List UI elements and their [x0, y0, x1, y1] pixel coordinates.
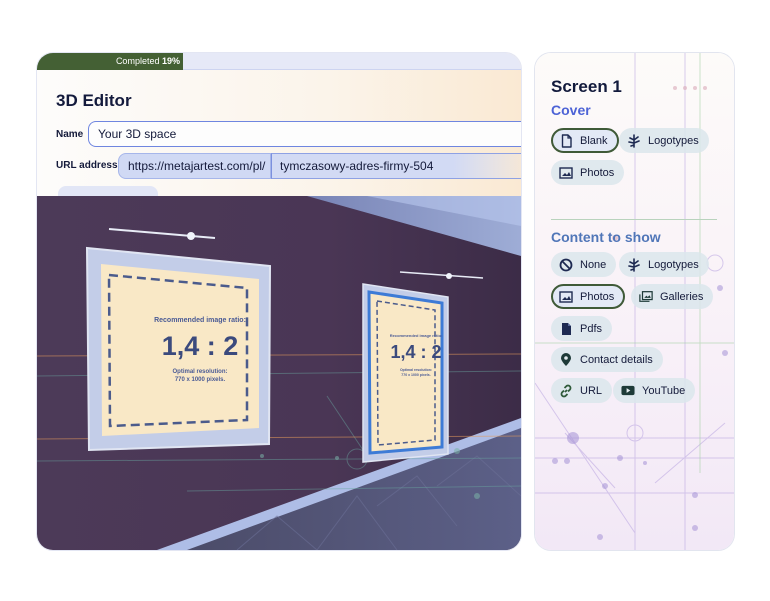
cover-option-photos[interactable]: Photos	[551, 160, 625, 185]
content-option-photos[interactable]: Photos	[551, 284, 626, 309]
gallery-icon	[639, 290, 653, 304]
ban-icon	[559, 258, 573, 272]
editor-card: Completed 19% 3D Editor Name Your 3D spa…	[37, 53, 521, 550]
chip-label: Photos	[580, 290, 615, 303]
scene-preview[interactable]: Recommended image ratio: 1,4 : 2 Optimal…	[37, 196, 521, 550]
content-option-logotypes[interactable]: Logotypes	[619, 252, 709, 277]
pdf-icon	[559, 322, 573, 336]
chip-label: Logotypes	[648, 134, 699, 147]
youtube-icon	[621, 384, 635, 398]
name-label: Name	[56, 129, 84, 140]
url-prefix: https://metajartest.com/pl/	[118, 153, 271, 179]
content-option-pdfs[interactable]: Pdfs	[551, 316, 613, 341]
ratio-caption: Recommended image ratio:	[154, 317, 246, 324]
progress-bar: Completed 19%	[37, 53, 521, 70]
logotypes-icon	[627, 133, 641, 148]
progress-label: Completed	[115, 56, 160, 66]
section-divider	[551, 219, 717, 220]
content-option-contact-details[interactable]: Contact details	[551, 347, 663, 372]
chip-label: Logotypes	[648, 258, 699, 271]
chip-label: None	[580, 258, 607, 271]
chip-label: YouTube	[642, 384, 686, 397]
link-icon	[559, 384, 573, 398]
url-label: URL address	[56, 160, 118, 171]
file-icon	[559, 133, 573, 148]
cover-section-title: Cover	[551, 102, 591, 118]
image-icon	[559, 166, 573, 180]
resolution-caption: Optimal resolution: 770 x 1000 pixels.	[172, 369, 228, 383]
resolution-caption-small: Optimal resolution: 770 x 1000 pixels.	[399, 368, 433, 377]
map-pin-icon	[559, 352, 573, 367]
chip-label: Contact details	[580, 353, 653, 366]
ratio-value: 1,4 : 2	[161, 331, 239, 361]
content-option-url[interactable]: URL	[551, 378, 613, 403]
chip-label: Photos	[580, 166, 615, 179]
image-icon	[559, 290, 573, 304]
collapsed-tab[interactable]	[58, 186, 158, 196]
chip-label: URL	[580, 384, 603, 397]
page-title: 3D Editor	[56, 91, 132, 110]
content-option-youtube[interactable]: YouTube	[613, 378, 696, 403]
chip-label: Blank	[580, 134, 608, 147]
cover-option-logotypes[interactable]: Logotypes	[619, 128, 709, 153]
cover-option-blank[interactable]: Blank	[551, 128, 619, 153]
screen-settings-panel: Screen 1 Cover Blank Logotypes Photos Co…	[535, 53, 734, 550]
content-section-title: Content to show	[551, 229, 661, 245]
url-slug-input[interactable]: tymczasowy-adres-firmy-504	[271, 153, 521, 179]
ratio-value-small: 1,4 : 2	[390, 342, 442, 362]
progress-fill: Completed 19%	[37, 53, 183, 70]
content-option-none[interactable]: None	[551, 252, 617, 277]
logotypes-icon	[627, 257, 641, 272]
chip-label: Pdfs	[580, 322, 603, 335]
progress-value: 19%	[161, 56, 180, 66]
name-input[interactable]: Your 3D space	[88, 121, 521, 147]
screen-title: Screen 1	[551, 77, 622, 96]
chip-label: Galleries	[660, 290, 704, 303]
content-option-galleries[interactable]: Galleries	[631, 284, 714, 309]
ratio-caption-small: Recommended image ratio:	[389, 333, 443, 338]
